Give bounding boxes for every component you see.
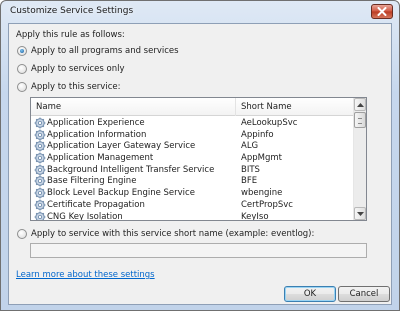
service-name: CNG Key Isolation [47, 211, 123, 221]
service-name: Background Intelligent Transfer Service [47, 164, 215, 175]
service-name: Application Experience [47, 118, 145, 128]
gear-service-icon [34, 152, 46, 164]
service-name: Block Level Backup Engine Service [47, 188, 195, 199]
service-row[interactable]: Base Filtering Engine BFE [31, 175, 354, 187]
service-name: Base Filtering Engine [47, 176, 137, 187]
service-short-name: AeLookupSvc [241, 118, 298, 128]
cancel-button-label: Cancel [349, 289, 379, 299]
gear-service-icon [34, 164, 46, 176]
service-short-name: BITS [241, 164, 260, 175]
service-row[interactable]: Application Management AppMgmt [31, 152, 354, 164]
service-short-name: Appinfo [241, 129, 274, 140]
service-row[interactable]: Background Intelligent Transfer Service B… [31, 164, 354, 176]
services-list[interactable]: Name Short Name Application Experience Ae… [30, 97, 367, 221]
radio-this-service[interactable] [17, 82, 27, 92]
service-short-name: AppMgmt [241, 153, 282, 164]
scroll-down-button[interactable] [354, 207, 366, 220]
gear-service-icon [34, 129, 46, 141]
dialog-window: Customize Service Settings Apply this ru… [0, 0, 400, 311]
service-row[interactable]: Application Experience AeLookupSvc [31, 117, 354, 129]
gear-service-icon [34, 176, 46, 187]
list-rows: Application Experience AeLookupSvc Applica… [31, 117, 354, 221]
service-name: Certificate Propagation [47, 199, 145, 210]
service-row[interactable]: Application Layer Gateway Service ALG [31, 140, 354, 152]
service-name: Application Layer Gateway Service [47, 141, 196, 152]
service-name: Application Information [47, 129, 147, 140]
ok-button[interactable]: OK [284, 286, 336, 302]
gear-service-icon [34, 140, 46, 152]
intro-label: Apply this rule as follows: [16, 30, 125, 40]
radio-all-programs-label[interactable]: Apply to all programs and services [31, 46, 179, 56]
gear-service-icon [34, 211, 46, 220]
radio-this-service-label[interactable]: Apply to this service: [31, 82, 120, 92]
service-short-name: CertPropSvc [241, 199, 293, 210]
cancel-button[interactable]: Cancel [338, 286, 390, 302]
radio-short-name[interactable] [17, 229, 27, 239]
gear-service-icon [34, 187, 46, 199]
scroll-up-button[interactable] [354, 98, 366, 111]
service-row[interactable]: Block Level Backup Engine Service wbengin… [31, 187, 354, 199]
learn-more-link[interactable]: Learn more about these settings [16, 270, 155, 280]
service-row[interactable]: CNG Key Isolation KeyIso [31, 211, 354, 221]
service-short-name-input[interactable] [30, 243, 367, 258]
dialog-body: Apply this rule as follows: Apply to all… [8, 23, 392, 305]
gear-service-icon [34, 199, 46, 211]
arrow-up-icon [356, 102, 364, 107]
radio-services-only-label[interactable]: Apply to services only [31, 64, 125, 74]
radio-short-name-label[interactable]: Apply to service with this service short… [31, 229, 314, 239]
arrow-down-icon [356, 211, 364, 216]
service-short-name: ALG [241, 141, 259, 152]
ok-button-label: OK [303, 289, 317, 299]
service-short-name: wbengine [241, 188, 283, 199]
column-header-short-name-label: Short Name [241, 102, 292, 112]
gear-service-icon [34, 117, 46, 129]
service-name: Application Management [47, 153, 154, 164]
window-title: Customize Service Settings [10, 6, 134, 16]
service-short-name: BFE [241, 176, 258, 187]
scroll-thumb[interactable] [354, 112, 366, 128]
service-row[interactable]: Application Information Appinfo [31, 129, 354, 141]
column-header-name-label: Name [36, 102, 62, 112]
title-bar[interactable]: Customize Service Settings [1, 1, 399, 23]
close-icon [377, 7, 387, 16]
close-button[interactable] [371, 4, 393, 19]
vertical-scrollbar[interactable] [353, 98, 366, 220]
radio-all-programs[interactable] [17, 46, 27, 56]
service-short-name: KeyIso [241, 211, 269, 221]
column-header-short-name[interactable]: Short Name [236, 98, 354, 116]
radio-services-only[interactable] [17, 64, 27, 74]
service-row[interactable]: Certificate Propagation CertPropSvc [31, 199, 354, 211]
list-header: Name Short Name [31, 98, 354, 116]
column-header-name[interactable]: Name [31, 98, 236, 116]
